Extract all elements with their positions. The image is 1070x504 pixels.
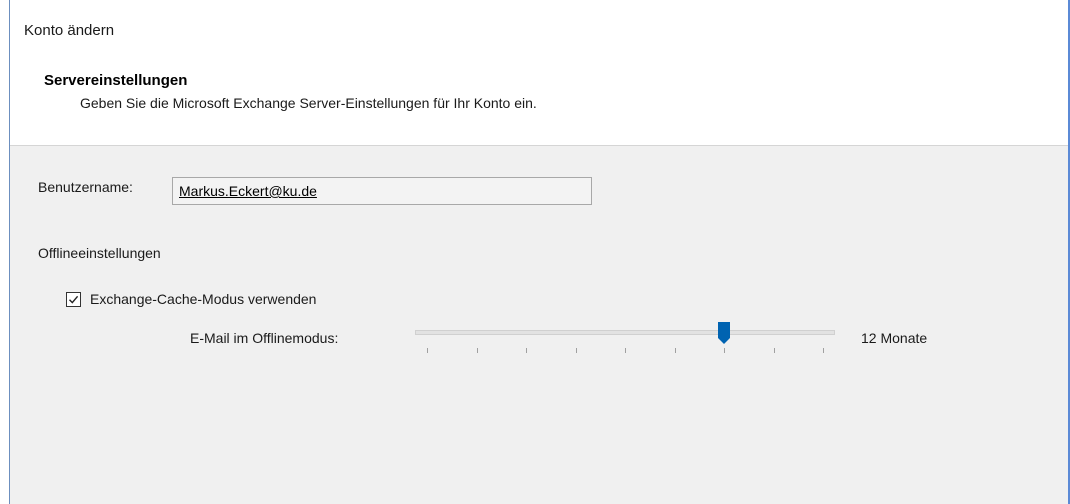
username-label: Benutzername: <box>38 179 133 195</box>
slider-tick <box>823 348 824 353</box>
offline-settings-heading: Offlineeinstellungen <box>38 245 161 261</box>
slider-tick <box>774 348 775 353</box>
change-account-dialog: Konto ändern Servereinstellungen Geben S… <box>9 0 1070 504</box>
slider-tick <box>576 348 577 353</box>
offline-mail-label: E-Mail im Offlinemodus: <box>190 330 339 346</box>
slider-tick <box>526 348 527 353</box>
slider-tick <box>625 348 626 353</box>
username-field[interactable]: Markus.Eckert@ku.de <box>172 177 592 205</box>
slider-tick <box>427 348 428 353</box>
slider-thumb-icon[interactable] <box>718 322 730 344</box>
settings-panel: Benutzername: Markus.Eckert@ku.de Offlin… <box>10 146 1070 504</box>
section-title: Servereinstellungen <box>44 72 188 89</box>
slider-tick <box>675 348 676 353</box>
window-title: Konto ändern <box>24 22 115 39</box>
cache-mode-checkbox[interactable] <box>66 292 81 307</box>
offline-mail-slider[interactable] <box>415 322 835 362</box>
slider-tick <box>477 348 478 353</box>
slider-tick <box>724 348 725 353</box>
checkmark-icon <box>69 295 79 304</box>
slider-track[interactable] <box>415 330 835 335</box>
offline-mail-value: 12 Monate <box>861 330 928 346</box>
cache-mode-label[interactable]: Exchange-Cache-Modus verwenden <box>90 291 316 307</box>
section-subtitle: Geben Sie die Microsoft Exchange Server-… <box>80 95 537 111</box>
